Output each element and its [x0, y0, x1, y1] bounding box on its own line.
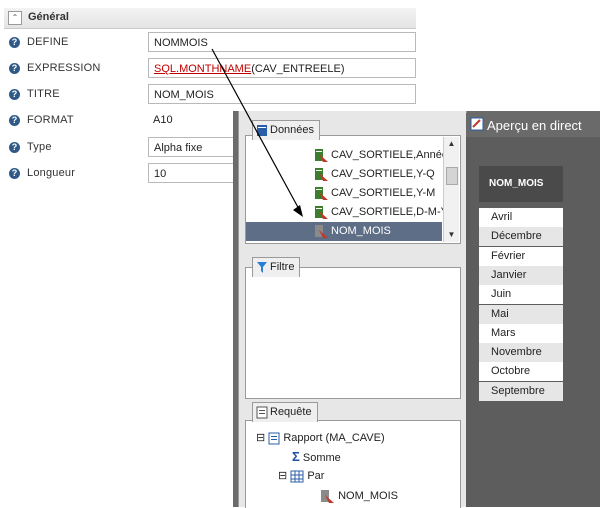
annotation-arrow — [211, 48, 303, 217]
